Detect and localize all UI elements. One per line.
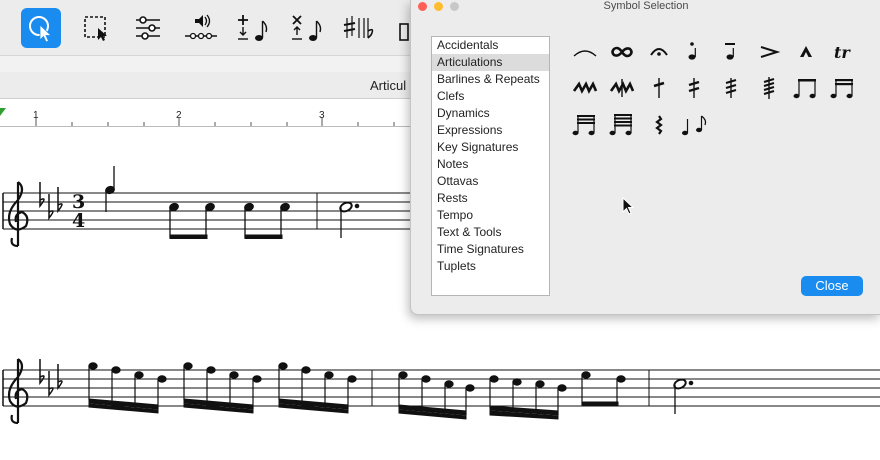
category-list[interactable]: Accidentals Articulations Barlines & Rep…: [431, 36, 550, 296]
symbol-tremolo-3[interactable]: [717, 74, 745, 102]
time-signature-bottom: 4: [72, 210, 85, 232]
category-rests[interactable]: Rests: [432, 190, 549, 207]
swing-icon: [682, 115, 707, 136]
category-accidentals[interactable]: Accidentals: [432, 37, 549, 54]
symbol-tenuto[interactable]: [717, 38, 745, 66]
beamed-64ths-icon: [609, 114, 632, 136]
key-signature-flats: [39, 182, 63, 221]
category-expressions[interactable]: Expressions: [432, 122, 549, 139]
symbol-tremolo-1[interactable]: [645, 74, 673, 102]
marcato-icon: [800, 46, 812, 57]
svg-text:tr: tr: [834, 43, 851, 62]
select-tool-button[interactable]: [21, 8, 61, 48]
mordent-icon: [572, 81, 598, 94]
tremolo-1-icon: [653, 78, 665, 98]
category-tuplets[interactable]: Tuplets: [432, 258, 549, 275]
category-ottavas[interactable]: Ottavas: [432, 173, 549, 190]
treble-clef-icon: [7, 181, 29, 248]
symbol-tremolo-4[interactable]: [755, 74, 783, 102]
beamed-sixteenths-icon: [830, 79, 853, 99]
arpeggio-icon: [655, 115, 663, 135]
symbol-accent[interactable]: [755, 38, 783, 66]
dialog-titlebar[interactable]: Symbol Selection: [411, 0, 880, 14]
category-articulations[interactable]: Articulations: [432, 54, 549, 71]
symbol-arpeggio[interactable]: [645, 111, 673, 139]
trill-icon: tr: [834, 43, 851, 62]
category-barlines-repeats[interactable]: Barlines & Repeats: [432, 71, 549, 88]
beamed-32nds-icon: [572, 115, 595, 136]
symbol-beamed-64ths[interactable]: [608, 111, 636, 139]
category-key-signatures[interactable]: Key Signatures: [432, 139, 549, 156]
marquee-select-icon: [84, 16, 107, 41]
inverted-mordent-icon: [609, 79, 635, 97]
symbol-staccato[interactable]: [680, 38, 708, 66]
category-text-tools[interactable]: Text & Tools: [432, 224, 549, 241]
symbol-marcato[interactable]: [792, 38, 820, 66]
category-tempo[interactable]: Tempo: [432, 207, 549, 224]
category-clefs[interactable]: Clefs: [432, 88, 549, 105]
speaker-playback-icon: [185, 14, 217, 40]
symbol-inverted-mordent[interactable]: [608, 74, 636, 102]
symbol-beamed-32nds[interactable]: [571, 111, 599, 139]
symbol-tremolo-2[interactable]: [680, 74, 708, 102]
ruler-ticks: [35, 118, 395, 126]
symbol-slur[interactable]: [571, 38, 599, 66]
mouse-cursor-icon: [622, 197, 635, 215]
tenuto-icon: [725, 43, 735, 60]
accidentals-tool-button[interactable]: [340, 8, 380, 48]
mixer-tool-button[interactable]: [128, 8, 168, 48]
category-dynamics[interactable]: Dynamics: [432, 105, 549, 122]
sliders-icon: [136, 16, 160, 40]
symbol-turn[interactable]: [608, 38, 636, 66]
accidentals-icon: [343, 16, 374, 39]
close-button[interactable]: Close: [801, 276, 863, 296]
tremolo-2-icon: [688, 78, 700, 98]
key-signature-flats-2: [39, 359, 63, 398]
symbol-trill[interactable]: tr: [829, 38, 857, 66]
delete-note-icon: [292, 15, 322, 41]
symbol-beamed-sixteenths[interactable]: [829, 74, 857, 102]
staccato-icon: [688, 42, 696, 60]
symbol-beamed-eighths[interactable]: [792, 74, 820, 102]
palette-label: Articul: [370, 78, 407, 93]
fermata-icon: [650, 48, 668, 56]
add-note-tool-button[interactable]: [234, 8, 274, 48]
symbol-swing[interactable]: [680, 111, 708, 139]
category-notes[interactable]: Notes: [432, 156, 549, 173]
symbol-fermata[interactable]: [645, 38, 673, 66]
turn-icon: [611, 46, 633, 58]
tremolo-4-icon: [763, 77, 775, 99]
beamed-eighths-icon: [793, 79, 816, 99]
delete-note-tool-button[interactable]: [288, 8, 328, 48]
category-time-signatures[interactable]: Time Signatures: [432, 241, 549, 258]
symbol-selection-dialog: Symbol Selection Accidentals Articulatio…: [410, 0, 880, 315]
partial-tool-icon: [398, 14, 410, 42]
dialog-title: Symbol Selection: [603, 0, 689, 12]
tremolo-3-icon: [725, 78, 737, 98]
pointer-icon: [29, 16, 52, 43]
sixteenth-note-groups: [88, 362, 694, 420]
marquee-tool-button[interactable]: [76, 8, 116, 48]
slur-icon: [573, 50, 597, 57]
playback-tool-button[interactable]: [181, 8, 221, 48]
treble-clef-icon-2: [7, 358, 29, 425]
accent-icon: [760, 46, 781, 58]
add-note-icon: [238, 15, 268, 41]
symbol-mordent[interactable]: [571, 74, 599, 102]
